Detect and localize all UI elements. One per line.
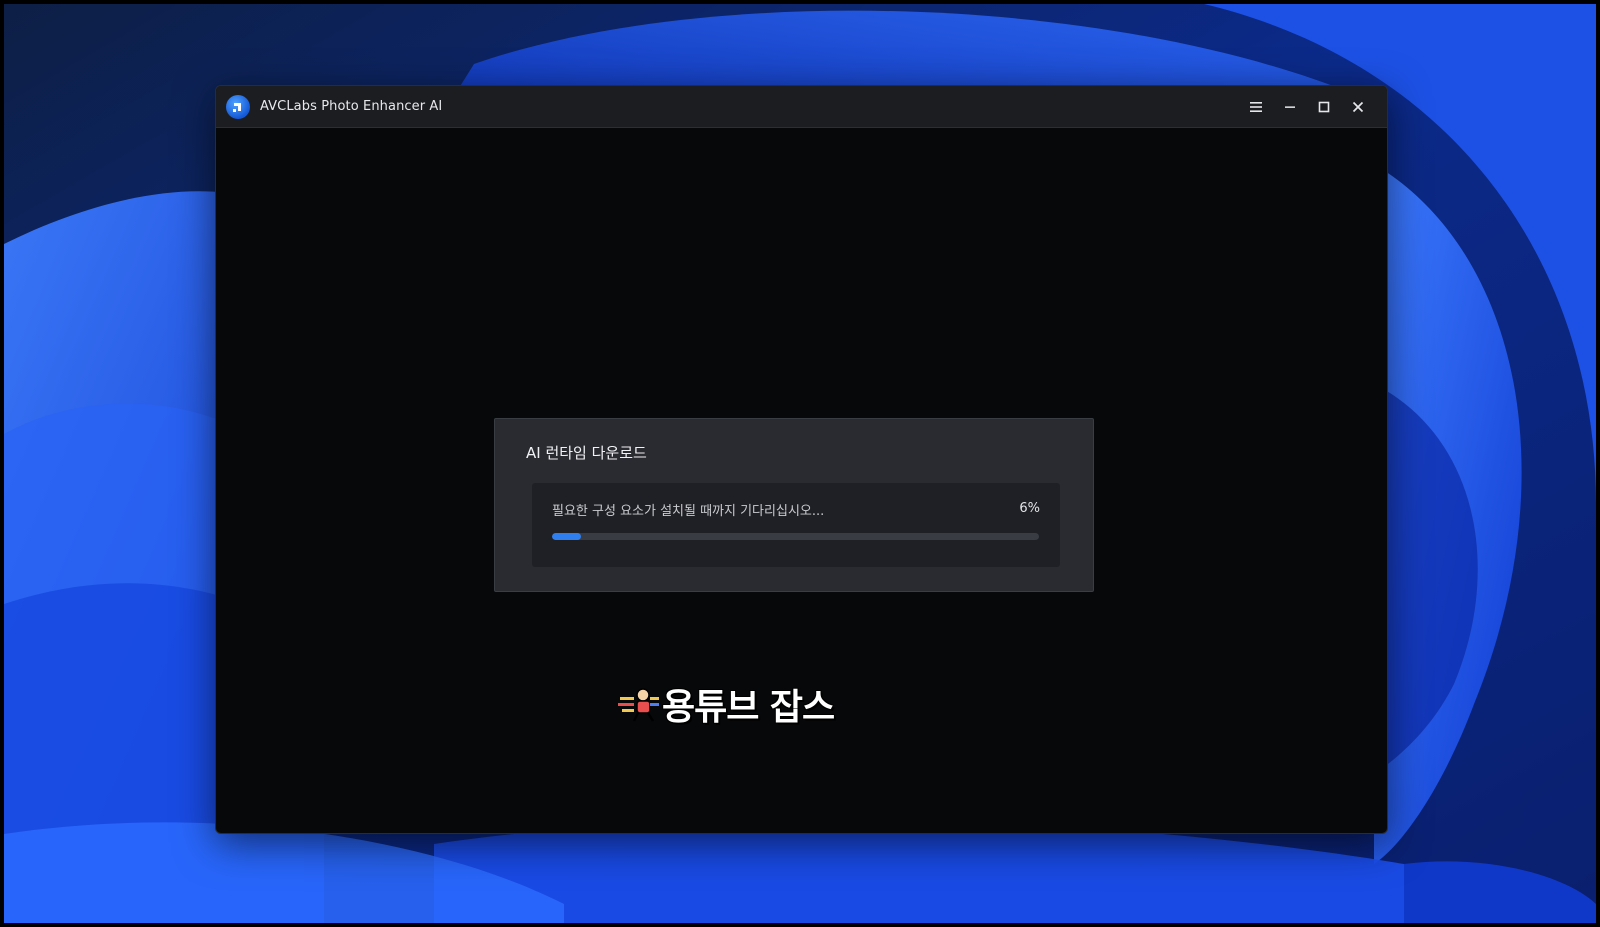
progress-message: 필요한 구성 요소가 설치될 때까지 기다리십시오...: [552, 504, 825, 519]
progress-panel: 필요한 구성 요소가 설치될 때까지 기다리십시오... 6%: [532, 483, 1060, 567]
app-window: AVCLabs Photo Enhancer AI AI 런타임 다운로드 필요…: [215, 85, 1388, 834]
window-title: AVCLabs Photo Enhancer AI: [260, 99, 443, 114]
close-icon[interactable]: [1341, 90, 1375, 124]
dialog-title: AI 런타임 다운로드: [526, 444, 647, 462]
mascot-icon: [618, 688, 659, 722]
watermark-text: 용튜브 잡스: [662, 687, 835, 728]
ai-runtime-download-dialog: AI 런타임 다운로드 필요한 구성 요소가 설치될 때까지 기다리십시오...…: [494, 418, 1094, 592]
watermark: 용튜브 잡스: [618, 678, 835, 730]
progress-percent: 6%: [1019, 501, 1040, 516]
avclabs-logo-icon: [226, 94, 250, 119]
window-controls: [1239, 86, 1375, 127]
maximize-icon[interactable]: [1307, 90, 1341, 124]
screen: AVCLabs Photo Enhancer AI AI 런타임 다운로드 필요…: [0, 0, 1600, 927]
hamburger-menu-icon[interactable]: [1239, 90, 1273, 124]
title-bar[interactable]: AVCLabs Photo Enhancer AI: [216, 86, 1387, 128]
progress-bar-fill: [552, 533, 582, 540]
progress-bar: [552, 533, 1039, 540]
minimize-icon[interactable]: [1273, 90, 1307, 124]
